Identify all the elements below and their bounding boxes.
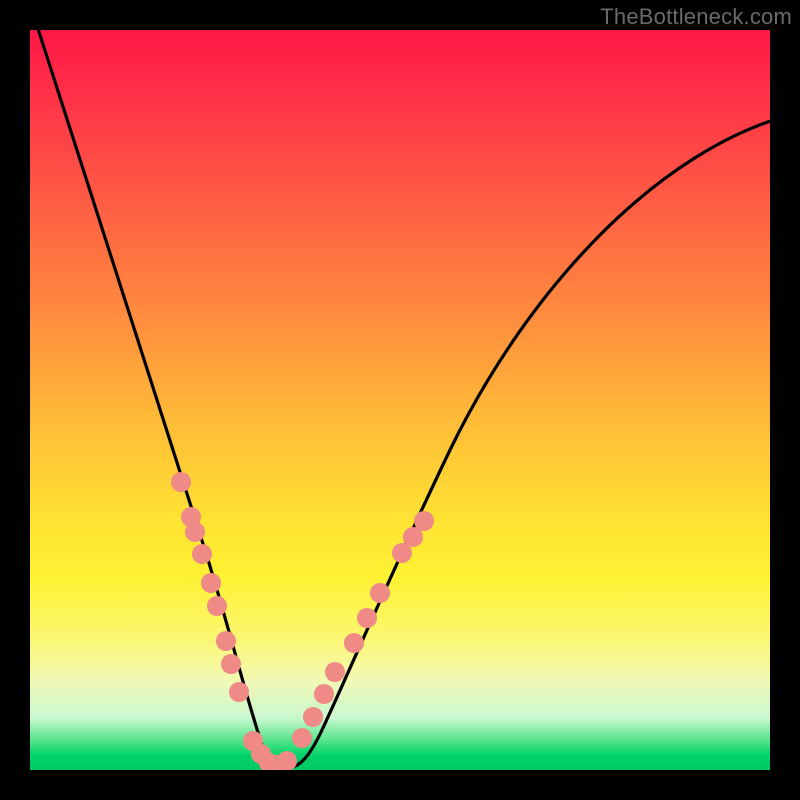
watermark-text: TheBottleneck.com xyxy=(600,4,792,30)
bottleneck-curve xyxy=(32,30,770,768)
highlight-dots xyxy=(171,472,434,770)
chart-stage: TheBottleneck.com xyxy=(0,0,800,800)
plot-area xyxy=(30,30,770,770)
curve-layer xyxy=(30,30,770,770)
